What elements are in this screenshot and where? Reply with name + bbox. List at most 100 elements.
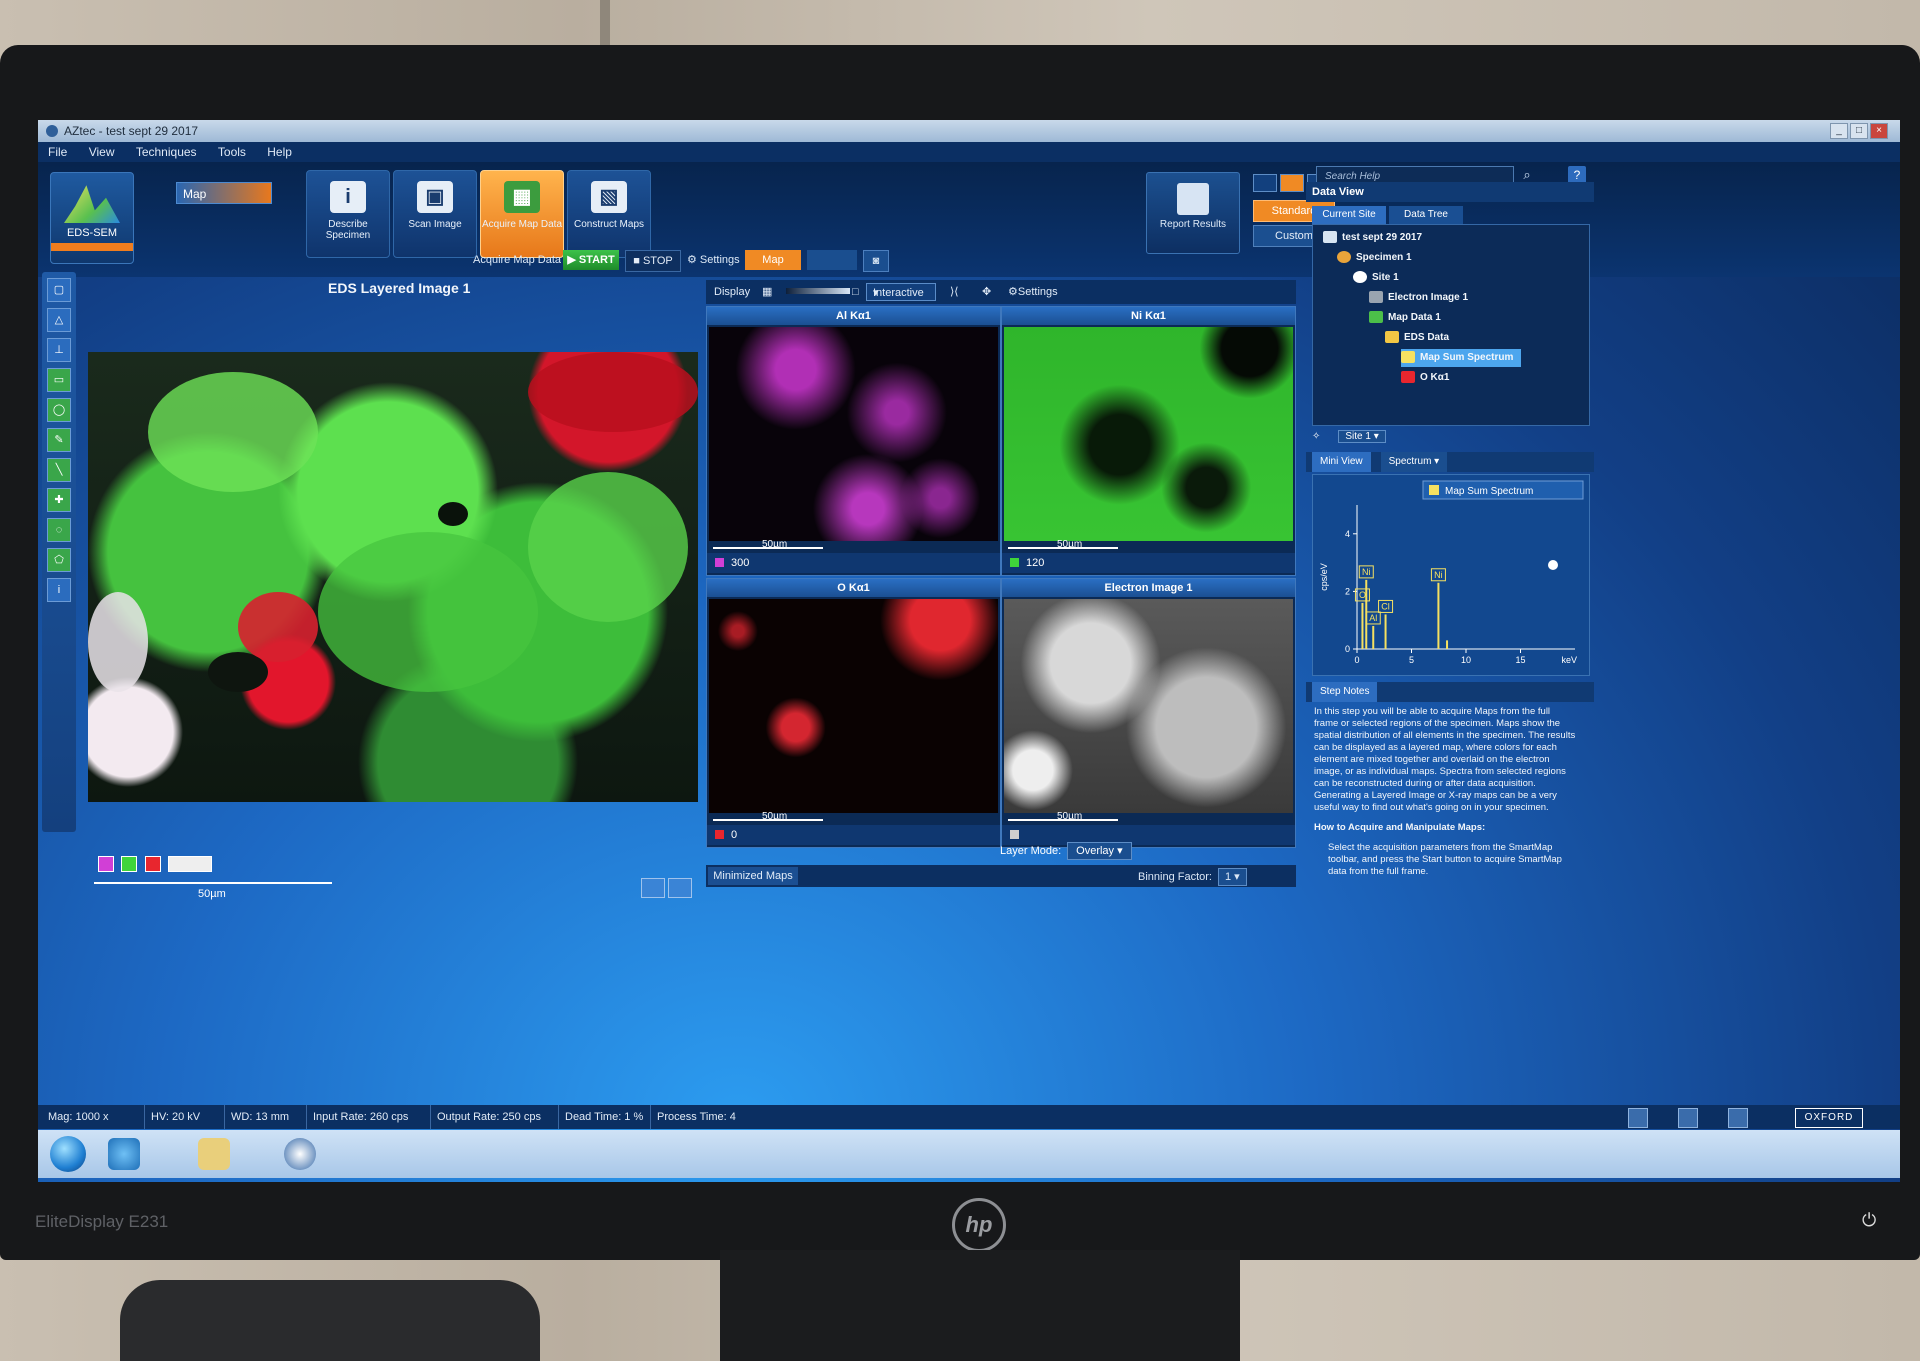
map-tab[interactable]: Map	[745, 250, 801, 270]
tree-item-eds-data[interactable]: EDS Data	[1385, 329, 1449, 347]
status-bar: Mag: 1000 x HV: 20 kV WD: 13 mm Input Ra…	[38, 1105, 1900, 1129]
menu-file[interactable]: File	[48, 145, 67, 159]
menu-techniques[interactable]: Techniques	[136, 145, 197, 159]
spectrum-x-label: keV	[1561, 655, 1577, 665]
power-icon[interactable]: ⏻	[1862, 1210, 1876, 1231]
tree-item-project[interactable]: test sept 29 2017	[1323, 229, 1422, 247]
display-mode-select[interactable]: Interactive ▾	[866, 283, 936, 301]
map-panel-ni[interactable]: Ni Kα1 50µm 120	[1001, 306, 1296, 576]
polygon-tool-icon[interactable]: ⬠	[47, 548, 71, 572]
map-scale-bar	[713, 819, 823, 821]
pin-site-icon[interactable]: ✧	[1312, 431, 1320, 442]
status-tray-icon[interactable]	[1628, 1108, 1648, 1128]
data-view-header: Data View	[1306, 182, 1594, 202]
spectrum-peak-label: O	[1359, 590, 1366, 600]
tree-item-map-data[interactable]: Map Data 1	[1369, 309, 1441, 327]
frame-icon[interactable]: □	[852, 280, 859, 304]
step-notes-tab[interactable]: Step Notes	[1312, 682, 1378, 702]
ni-chip[interactable]	[121, 855, 138, 872]
windows-start-icon[interactable]	[50, 1136, 86, 1172]
hp-logo: hp	[952, 1198, 1006, 1252]
mini-view-tab[interactable]: Mini View	[1312, 452, 1371, 472]
status-hv: HV: 20 kV	[144, 1105, 200, 1129]
select-tool-icon[interactable]: ▢	[47, 278, 71, 302]
spectrum-peak-icon	[64, 185, 120, 223]
spectrum-icon	[1401, 351, 1415, 364]
step-scan-image[interactable]: ▣ Scan Image	[393, 170, 477, 258]
pin-icon[interactable]: ✥	[982, 280, 991, 304]
step-describe-specimen[interactable]: i Describe Specimen	[306, 170, 390, 258]
fit-view-icon[interactable]	[641, 878, 665, 898]
aztec-taskbar-icon[interactable]	[284, 1138, 316, 1170]
tree-item-electron-image[interactable]: Electron Image 1	[1369, 289, 1468, 307]
export-view-icon[interactable]	[668, 878, 692, 898]
map-data-icon	[1369, 311, 1383, 324]
eds-sem-tile[interactable]: EDS-SEM	[50, 172, 134, 264]
mini-view-select[interactable]: Spectrum ▾	[1380, 452, 1448, 472]
info-icon: i	[330, 181, 366, 213]
maximize-button[interactable]: □	[1850, 123, 1868, 139]
map-panel-electron[interactable]: Electron Image 1 50µm	[1001, 578, 1296, 848]
mode-select[interactable]: Map	[176, 182, 272, 204]
ellipse-tool-icon[interactable]: ◯	[47, 398, 71, 422]
tree-item-specimen[interactable]: Specimen 1	[1337, 249, 1412, 267]
layout-split-icon[interactable]	[1280, 174, 1304, 192]
tab-current-site[interactable]: Current Site	[1312, 206, 1386, 224]
grid-icon[interactable]: ▦	[762, 280, 772, 304]
site-select[interactable]: Site 1 ▾	[1338, 430, 1386, 443]
tab-data-tree[interactable]: Data Tree	[1389, 206, 1463, 224]
acquire-settings-link[interactable]: ⚙ Settings	[687, 248, 740, 272]
map-panel-al[interactable]: Al Kα1 50µm 300	[706, 306, 1001, 576]
o-chip[interactable]	[144, 855, 161, 872]
point-tool-icon[interactable]: ✚	[47, 488, 71, 512]
report-label: Report Results	[1159, 219, 1227, 230]
desk-object	[120, 1280, 540, 1361]
close-button[interactable]: ×	[1870, 123, 1888, 139]
triangle-tool-icon[interactable]: △	[47, 308, 71, 332]
status-tray-icon[interactable]	[1728, 1108, 1748, 1128]
eds-layered-image[interactable]	[88, 352, 698, 802]
map-panel-o[interactable]: O Kα1 50µm 0	[706, 578, 1001, 848]
electron-chip[interactable]	[168, 855, 213, 872]
lasso-tool-icon[interactable]: ◌	[47, 518, 71, 542]
status-tray-icon[interactable]	[1678, 1108, 1698, 1128]
start-button[interactable]: ▶ START	[563, 250, 619, 270]
map-footer: 300	[707, 553, 1000, 573]
brightness-slider[interactable]	[786, 288, 850, 294]
folder-icon	[1385, 331, 1399, 344]
step-construct-maps[interactable]: ▧ Construct Maps	[567, 170, 651, 258]
line-tool-icon[interactable]: ╲	[47, 458, 71, 482]
info-tool-icon[interactable]: i	[47, 578, 71, 602]
display-settings-link[interactable]: ⚙ Settings	[1008, 280, 1058, 304]
al-chip[interactable]	[98, 855, 114, 872]
browser-icon[interactable]	[108, 1138, 140, 1170]
specimen-icon	[1337, 251, 1351, 264]
collapse-icon[interactable]: ⟩⟨	[950, 280, 959, 304]
stop-button[interactable]: ■ STOP	[625, 250, 681, 272]
tree-item-o-map[interactable]: O Kα1	[1401, 369, 1450, 387]
step-acquire-map-data[interactable]: ▦ Acquire Map Data	[480, 170, 564, 258]
secondary-tab[interactable]	[807, 250, 857, 270]
menu-help[interactable]: Help	[267, 145, 292, 159]
camera-icon[interactable]: ◙	[863, 250, 889, 272]
freehand-tool-icon[interactable]: ✎	[47, 428, 71, 452]
minimized-maps-tab[interactable]: Minimized Maps	[708, 867, 798, 885]
spectrum-chart[interactable]: Map Sum Spectrum 0 5 10 15 0 2 4 keV cps/eV O Ni Al C…	[1312, 474, 1590, 676]
explorer-icon[interactable]	[198, 1138, 230, 1170]
layer-mode-select[interactable]: Overlay ▾	[1067, 842, 1132, 860]
o-map-image	[709, 599, 998, 813]
layer-mode: Layer Mode: Overlay ▾	[1000, 842, 1132, 860]
menu-view[interactable]: View	[89, 145, 115, 159]
rect-tool-icon[interactable]: ▭	[47, 368, 71, 392]
map-title: O Kα1	[707, 579, 1000, 597]
al-swatch	[715, 558, 724, 567]
tree-item-map-sum-spectrum[interactable]: Map Sum Spectrum	[1401, 349, 1522, 367]
report-results-button[interactable]: Report Results	[1146, 172, 1240, 254]
minimize-button[interactable]: _	[1830, 123, 1848, 139]
ruler-tool-icon[interactable]: ⊥	[47, 338, 71, 362]
step-notes-paragraph: In this step you will be able to acquire…	[1314, 706, 1576, 813]
menu-tools[interactable]: Tools	[218, 145, 246, 159]
layout-single-icon[interactable]	[1253, 174, 1277, 192]
tree-item-site[interactable]: Site 1	[1353, 269, 1399, 287]
binning-select[interactable]: 1 ▾	[1217, 868, 1247, 886]
